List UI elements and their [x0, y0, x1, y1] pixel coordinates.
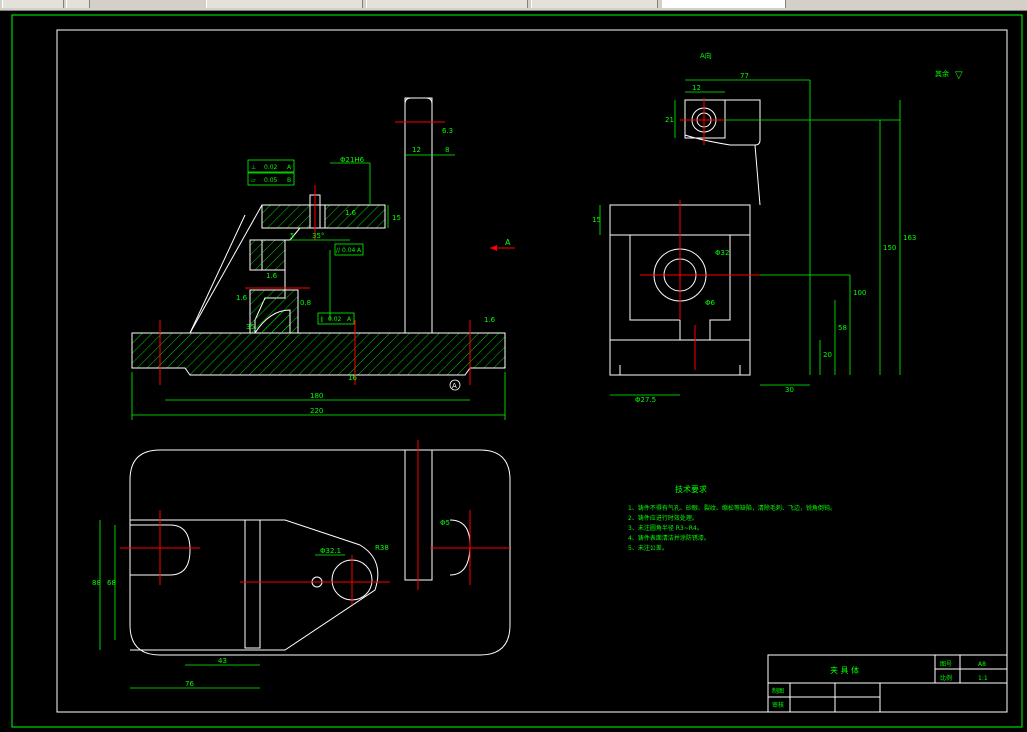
dim-w-top: 77: [740, 72, 749, 80]
dim-rib: 35: [246, 323, 255, 331]
mid-block-section: [249, 239, 286, 271]
dim-boss-height: 15: [392, 214, 401, 222]
toolbar-segment[interactable]: [531, 0, 658, 8]
rough-upright: 6.3: [442, 127, 453, 135]
dim-h-total: 163: [903, 234, 916, 242]
datum-a-symbol: A: [449, 379, 461, 391]
dim-h-low: 58: [838, 324, 847, 332]
rough-right: 1.6: [484, 316, 496, 324]
tb-left1: 制图: [772, 687, 784, 695]
plan-dim-text: 43 76 88 68 Φ32.1 R38 Φ5: [92, 519, 450, 688]
tb-left2: 审核: [772, 701, 784, 709]
toolbar-input[interactable]: [662, 0, 786, 8]
cad-drawing-canvas[interactable]: 220 180 Φ21H6 15 12 8 35° 5 35 16 1.6 1.…: [0, 10, 1027, 732]
tech-item-5: 5、未注公差。: [628, 544, 668, 552]
dim-bot-left: Φ27.5: [635, 396, 656, 404]
side-dim-text: A向 77 12 21 163 150 100 58 20 30 Φ27.5 1…: [592, 51, 916, 404]
tol-pos-ref: A: [347, 316, 352, 323]
tb-r1c1: 图号: [940, 661, 952, 668]
tol-par-value: 0.04: [342, 247, 356, 254]
dim-w-hole: 12: [692, 84, 701, 92]
tol-perp-ref: A: [287, 164, 292, 171]
roughness-note-symbol: ▽: [955, 70, 963, 81]
upright-post: [404, 97, 433, 334]
rough-vert: 1.6: [345, 209, 357, 217]
dim-h1: 88: [92, 579, 101, 587]
tol-pos-symbol: ∥: [320, 316, 323, 323]
dim-r: R38: [375, 544, 389, 552]
tech-requirements-title: 技术要求: [675, 484, 707, 494]
tb-r2c1: 比例: [940, 674, 952, 682]
tol-flat-ref: B: [287, 177, 291, 184]
dim-w2: 76: [185, 680, 194, 688]
tol-par-ref: A: [357, 247, 362, 254]
tol-perp-value: 0.02: [264, 164, 278, 171]
tol-par-symbol: //: [336, 247, 341, 254]
tech-item-3: 3、未注圆角半径 R3~R4。: [628, 524, 703, 532]
dim-width-inner: 180: [310, 392, 323, 400]
dim-hole-d: Φ32: [715, 249, 729, 257]
title-block: [767, 654, 1008, 713]
dim-h-mid: 100: [853, 289, 866, 297]
base-plate-section: [131, 332, 506, 376]
tb-r2c2: 1:1: [978, 675, 988, 682]
dim-small: Φ5: [440, 519, 450, 527]
dim-groove: 5: [290, 232, 294, 240]
tol-perp-symbol: ⊥: [251, 164, 256, 171]
dim-top-thick: 8: [445, 146, 449, 154]
dim-boss: Φ21H6: [340, 156, 365, 164]
view-direction-arrow: A: [490, 238, 515, 251]
toolbar-segment[interactable]: [2, 0, 64, 8]
roughness-note-label: 其余: [935, 69, 949, 78]
general-roughness-note: 其余 ▽: [935, 69, 963, 81]
view-arrow-label: A: [505, 238, 511, 247]
outer-border: [11, 14, 1023, 728]
dim-step: 35°: [312, 232, 324, 240]
top-flange-section-left: [261, 204, 311, 229]
rough-left: 1.6: [236, 294, 248, 302]
toolbar-segment[interactable]: [366, 0, 528, 8]
tol-flat-value: 0.05: [264, 177, 278, 184]
part-name: 夹 具 体: [830, 665, 859, 675]
dim-width-total: 220: [310, 407, 323, 415]
post-top-round: [404, 97, 433, 105]
dim-base-h: 16: [348, 374, 357, 382]
tol-flat-symbol: ▱: [251, 177, 256, 184]
dim-h-hole: 21: [665, 116, 674, 124]
dim-h2: 68: [107, 579, 116, 587]
side-view-title: A向: [700, 51, 712, 60]
dim-base-w: 30: [785, 386, 794, 394]
plan-centerlines: [120, 440, 510, 605]
rough-diag: 0.8: [300, 299, 311, 307]
dim-w1: 43: [218, 657, 227, 665]
dim-left-h: 15: [592, 216, 601, 224]
tech-item-1: 1、铸件不得有气孔、砂眼、裂纹、缩松等缺陷，清除毛刺、飞边，锐角倒钝。: [628, 504, 836, 512]
tech-requirements: 技术要求 1、铸件不得有气孔、砂眼、裂纹、缩松等缺陷，清除毛刺、飞边，锐角倒钝。…: [628, 484, 836, 552]
dim-top-offset: 12: [412, 146, 421, 154]
side-view: [609, 99, 761, 376]
dim-angle: Φ32.1: [320, 547, 341, 555]
tech-item-4: 4、铸件表面清洁并涂防锈漆。: [628, 534, 710, 542]
dim-h-main: 150: [883, 244, 896, 252]
rough-mid: 1.6: [266, 272, 278, 280]
toolbar-button[interactable]: [66, 0, 90, 8]
tech-item-2: 2、铸件应进行时效处理。: [628, 514, 698, 522]
toolbar-segment[interactable]: [206, 0, 363, 8]
dim-h-base: 20: [823, 351, 832, 359]
dim-small-hole: Φ6: [705, 299, 716, 307]
tol-pos-value: 0.02: [328, 316, 342, 323]
datum-label: A: [452, 382, 457, 390]
tb-r1c2: A8: [978, 661, 986, 668]
